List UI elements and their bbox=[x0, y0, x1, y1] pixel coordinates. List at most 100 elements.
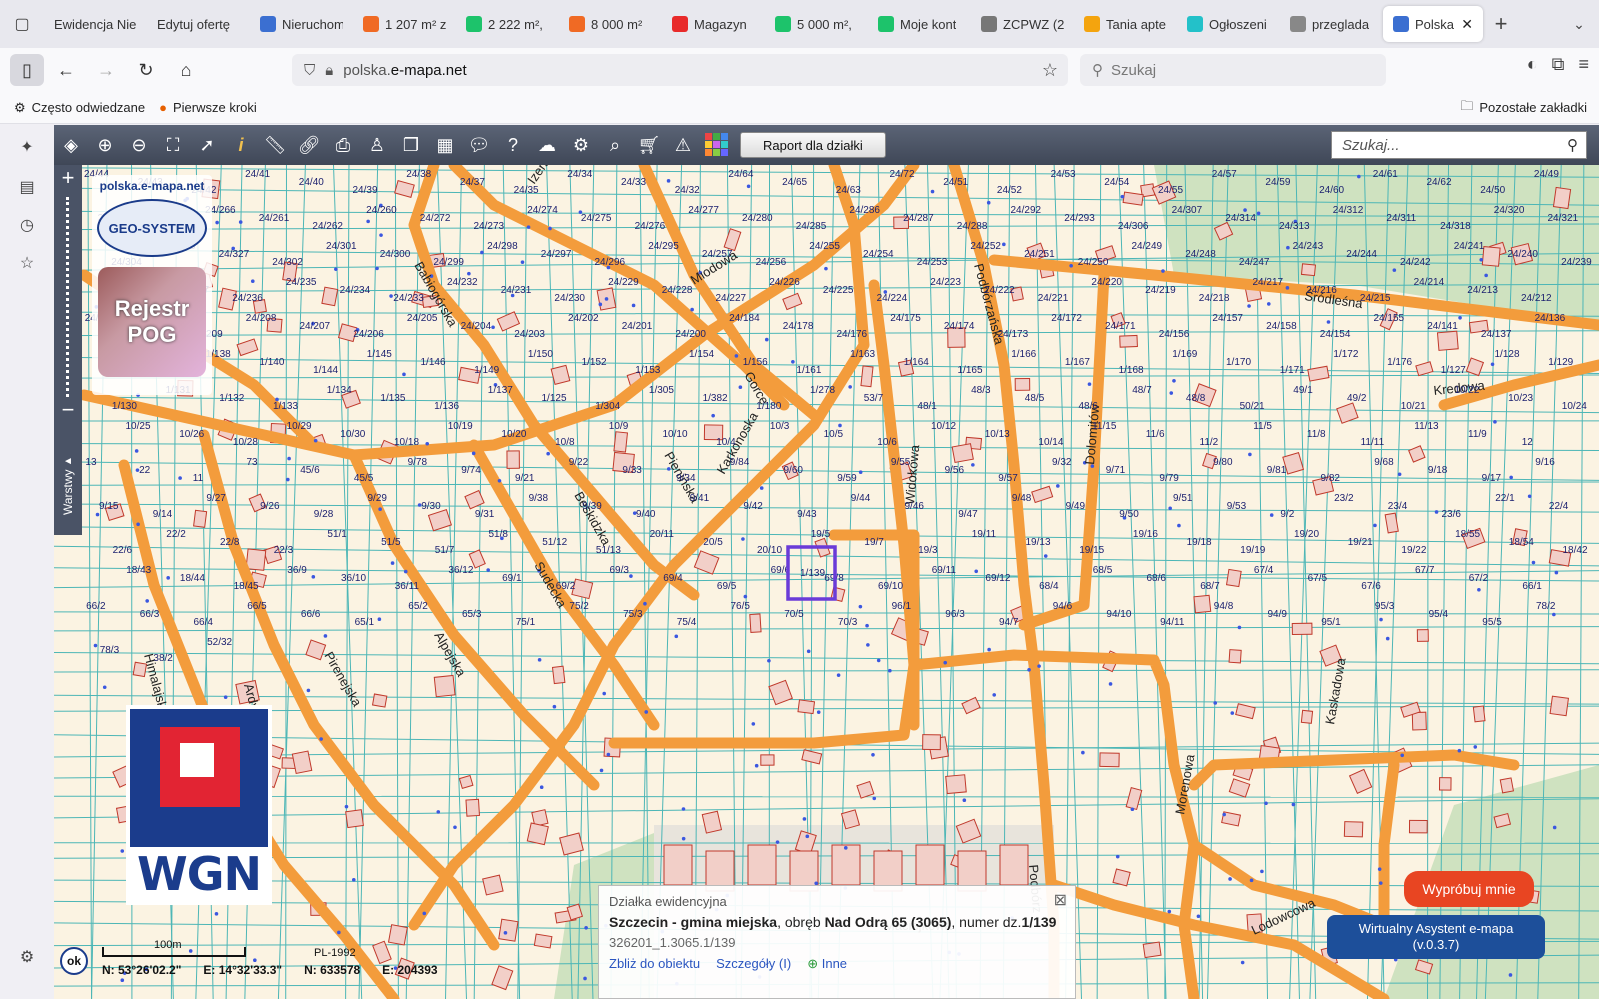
tab-7[interactable]: 5 000 m², bbox=[765, 6, 868, 42]
back-button[interactable]: ← bbox=[48, 54, 84, 86]
bookmark-star-icon[interactable]: ☆ bbox=[1042, 60, 1058, 81]
full-extent-icon[interactable]: ⛶ bbox=[156, 128, 190, 162]
parcel-label: 24/260 bbox=[366, 205, 397, 216]
color-grid-icon[interactable] bbox=[700, 128, 734, 162]
parcel-label: 24/207 bbox=[300, 321, 331, 332]
search-icon[interactable]: ⚲ bbox=[1567, 136, 1578, 154]
tab-6[interactable]: Magazyn bbox=[662, 6, 765, 42]
help-icon[interactable]: ? bbox=[496, 128, 530, 162]
map-search-input[interactable]: Szukaj... ⚲ bbox=[1331, 131, 1587, 159]
history-icon[interactable]: ◷ bbox=[15, 213, 39, 237]
tab-1[interactable]: Edytuj ofertę bbox=[147, 6, 250, 42]
parcel-label: 22/6 bbox=[113, 545, 133, 556]
zoom-to-object-link[interactable]: Zbliż do obiektu bbox=[609, 956, 700, 972]
zoom-minus-icon[interactable]: − bbox=[54, 397, 82, 423]
firefox-view-icon[interactable]: ▢ bbox=[0, 0, 44, 48]
tab-13[interactable]: Polska ✕ bbox=[1383, 6, 1483, 42]
parcel-label: 73 bbox=[247, 457, 259, 468]
layers-panel-tab[interactable]: Warstwy ▸ bbox=[54, 435, 82, 535]
close-icon[interactable]: ⊠ bbox=[1054, 890, 1067, 910]
tab-11[interactable]: Ogłoszeni bbox=[1177, 6, 1280, 42]
report-for-parcel-button[interactable]: Raport dla działki bbox=[740, 132, 886, 158]
new-tab-button[interactable]: + bbox=[1483, 11, 1519, 37]
tab-3[interactable]: 1 207 m² z bbox=[353, 6, 456, 42]
geo-system-logo[interactable]: GEO-SYSTEM bbox=[97, 199, 207, 257]
bookmark-czesto-odwiedzane[interactable]: ⚙ Często odwiedzane bbox=[14, 100, 145, 116]
tab-8[interactable]: Moje kont bbox=[868, 6, 971, 42]
parcel-label: 24/234 bbox=[340, 285, 371, 296]
tab-label: Ogłoszeni bbox=[1209, 16, 1267, 32]
street-view-icon[interactable]: ♙ bbox=[360, 128, 394, 162]
compare-icon[interactable]: ❐ bbox=[394, 128, 428, 162]
menu-icon[interactable]: ≡ bbox=[1578, 54, 1589, 75]
tab-0[interactable]: Ewidencja Nie bbox=[44, 6, 147, 42]
zoom-out-icon[interactable]: ⊖ bbox=[122, 128, 156, 162]
link-icon[interactable]: 🔗︎ bbox=[292, 128, 326, 162]
tab-5[interactable]: 8 000 m² bbox=[559, 6, 662, 42]
bookmarks-star-icon[interactable]: ☆ bbox=[15, 251, 39, 275]
browser-search-field[interactable]: ⚲ Szukaj bbox=[1080, 54, 1386, 86]
try-me-button[interactable]: Wypróbuj mnie bbox=[1404, 871, 1534, 907]
parcel-label: 18/42 bbox=[1563, 545, 1588, 556]
ai-chat-icon[interactable]: ✦ bbox=[15, 135, 39, 159]
parcel-label: 76/5 bbox=[731, 601, 751, 612]
address-point bbox=[866, 643, 870, 647]
bookmark-pierwsze-kroki[interactable]: ● Pierwsze kroki bbox=[159, 100, 257, 115]
building bbox=[999, 844, 1029, 886]
settings-icon[interactable]: ⚙ bbox=[564, 128, 598, 162]
parcel-label: 10/9 bbox=[609, 421, 629, 432]
select-pointer-icon[interactable]: ➚ bbox=[190, 128, 224, 162]
ok-button[interactable]: ok bbox=[60, 947, 88, 975]
search-zoom-icon[interactable]: ⌕ bbox=[598, 128, 632, 162]
close-tab-icon[interactable]: ✕ bbox=[1461, 16, 1473, 33]
parcel-label: 24/173 bbox=[998, 329, 1029, 340]
layout-icon[interactable]: ▦ bbox=[428, 128, 462, 162]
building bbox=[1235, 703, 1256, 720]
account-icon[interactable]: ◐ bbox=[1527, 54, 1538, 75]
zoom-plus-icon[interactable]: + bbox=[54, 165, 82, 191]
zoom-track[interactable] bbox=[66, 197, 70, 397]
cloud-upload-icon[interactable]: ☁ bbox=[530, 128, 564, 162]
rejestr-pog-logo[interactable]: Rejestr POG bbox=[98, 267, 206, 377]
print-icon[interactable]: ⎙ bbox=[326, 128, 360, 162]
address-point bbox=[379, 233, 383, 237]
comment-icon[interactable]: 💬︎ bbox=[462, 128, 496, 162]
zoom-slider[interactable]: + − bbox=[54, 165, 82, 435]
cadastral-map[interactable]: IzerskaMiodowaBabiogórskaGorceKarkonoska… bbox=[54, 165, 1599, 999]
lock-icon[interactable]: 🔒︎ bbox=[325, 62, 333, 79]
other-link[interactable]: ⊕ Inne bbox=[807, 956, 847, 972]
tab-10[interactable]: Tania apte bbox=[1074, 6, 1177, 42]
measure-ruler-icon[interactable]: 📏︎ bbox=[258, 128, 292, 162]
address-bar[interactable]: ⛉ 🔒︎ polska.e-mapa.net ☆ bbox=[292, 54, 1068, 86]
address-point bbox=[1161, 269, 1165, 273]
address-point bbox=[238, 220, 243, 224]
layers-icon[interactable]: ◈ bbox=[54, 128, 88, 162]
details-link[interactable]: Szczegóły (I) bbox=[716, 956, 791, 972]
reload-button[interactable]: ↻ bbox=[128, 54, 164, 86]
virtual-assistant-button[interactable]: Wirtualny Asystent e-mapa (v.0.3.7) bbox=[1327, 915, 1545, 959]
parcel-label: 1/136 bbox=[434, 401, 459, 412]
tracking-shield-icon[interactable]: ⛉ bbox=[304, 62, 315, 79]
forward-button[interactable]: → bbox=[88, 54, 124, 86]
address-point bbox=[599, 768, 604, 773]
other-bookmarks[interactable]: 🗀 Pozostałe zakładki bbox=[1460, 97, 1587, 119]
tab-4[interactable]: 2 222 m², bbox=[456, 6, 559, 42]
map-canvas[interactable]: Izerska Miodowa Babiogórska Gorce Karkonoska… bbox=[54, 165, 1599, 999]
extensions-icon[interactable]: ⧉ bbox=[1552, 54, 1565, 75]
sidebar-toggle-icon[interactable]: ▯ bbox=[10, 54, 44, 86]
tab-overflow-chevron-icon[interactable]: ⌄ bbox=[1559, 16, 1599, 33]
synced-tabs-icon[interactable]: ▤ bbox=[15, 175, 39, 199]
home-button[interactable]: ⌂ bbox=[168, 54, 204, 86]
cart-icon[interactable]: 🛒︎ bbox=[632, 128, 666, 162]
sidebar-settings-icon[interactable]: ⚙ bbox=[15, 945, 39, 969]
parcel-label: 24/172 bbox=[1051, 313, 1082, 324]
tab-9[interactable]: ZCPWZ (2 bbox=[971, 6, 1074, 42]
address-point bbox=[178, 476, 182, 480]
parcel-label: 45/5 bbox=[354, 473, 374, 484]
warning-icon[interactable]: ⚠ bbox=[666, 128, 700, 162]
info-icon[interactable]: i bbox=[224, 128, 258, 162]
zoom-in-icon[interactable]: ⊕ bbox=[88, 128, 122, 162]
parcel-label: 66/4 bbox=[194, 617, 214, 628]
tab-2[interactable]: Nieruchom bbox=[250, 6, 353, 42]
tab-12[interactable]: przeglada bbox=[1280, 6, 1383, 42]
